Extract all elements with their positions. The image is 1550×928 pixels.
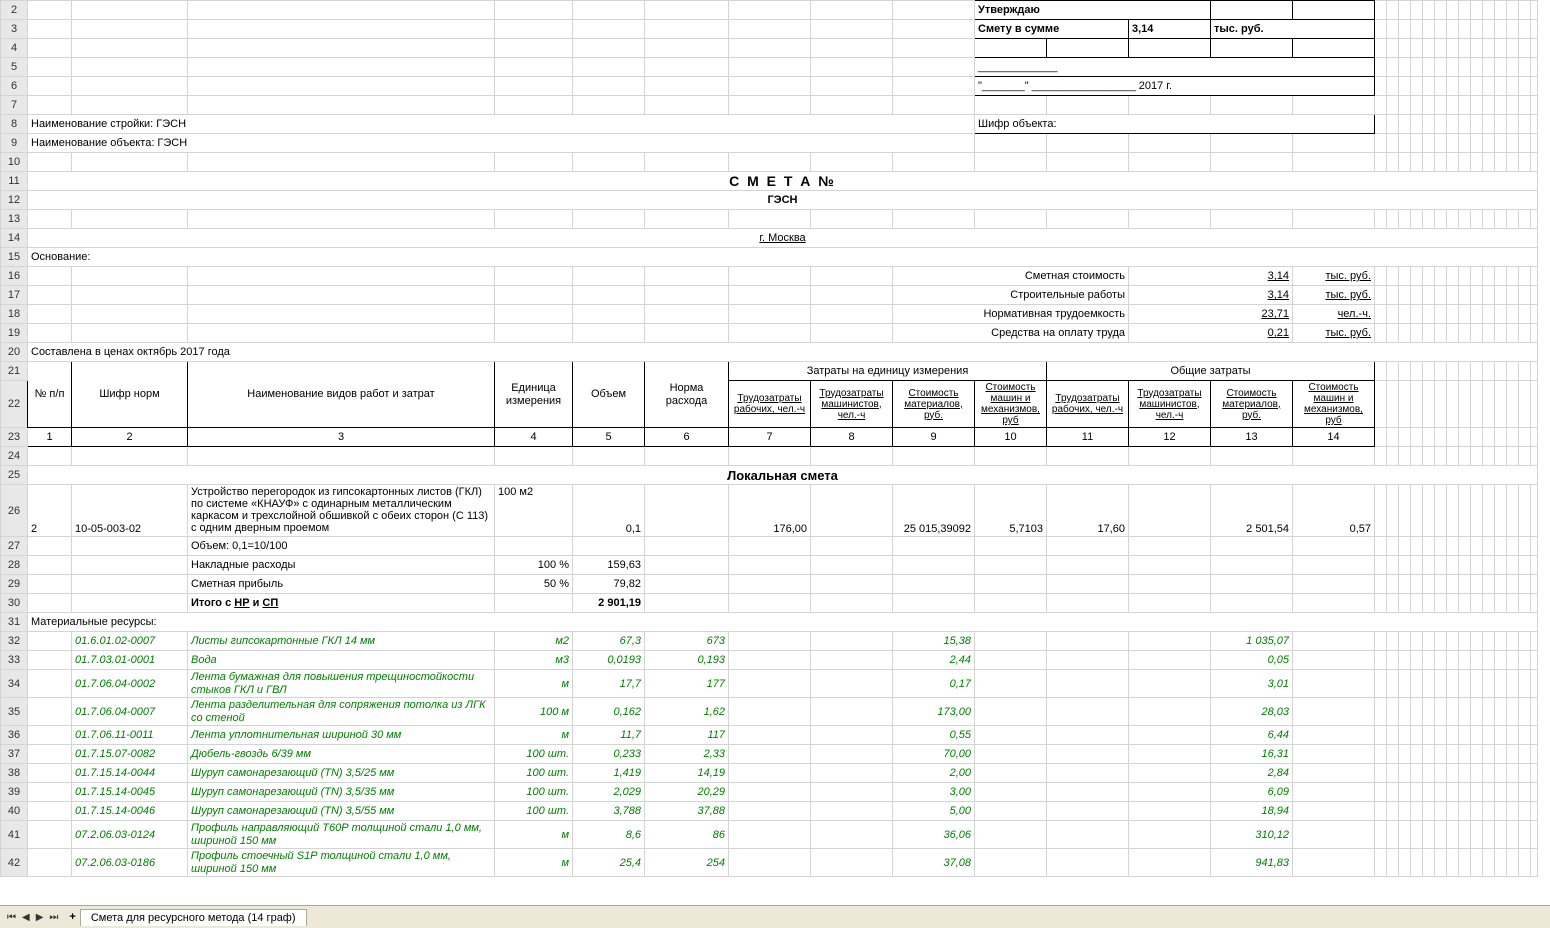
row-header[interactable]: 22 [1, 381, 28, 428]
row-header[interactable]: 2 [1, 1, 28, 20]
tab-first-icon[interactable]: ⏮ [4, 912, 19, 923]
row-header[interactable]: 23 [1, 428, 28, 447]
row-header[interactable]: 17 [1, 286, 28, 305]
row-header[interactable]: 26 [1, 485, 28, 537]
row-header[interactable]: 31 [1, 613, 28, 632]
tab-prev-icon[interactable]: ◀ [19, 912, 33, 923]
row-header[interactable]: 40 [1, 802, 28, 821]
row-header[interactable]: 3 [1, 20, 28, 39]
row-header[interactable]: 18 [1, 305, 28, 324]
row-header[interactable]: 6 [1, 77, 28, 96]
row-header[interactable]: 15 [1, 248, 28, 267]
row-header[interactable]: 4 [1, 39, 28, 58]
row-header[interactable]: 12 [1, 191, 28, 210]
tab-nav-buttons: ⏮ ◀ ▶ ⏭ [0, 912, 65, 923]
row-header[interactable]: 39 [1, 783, 28, 802]
row-header[interactable]: 35 [1, 698, 28, 726]
row-header[interactable]: 5 [1, 58, 28, 77]
sheet-tab-bar: ⏮ ◀ ▶ ⏭ + Смета для ресурсного метода (1… [0, 905, 1550, 928]
row-header[interactable]: 36 [1, 726, 28, 745]
spreadsheet-grid: 2Утверждаю3Смету в сумме3,14тыс. руб.45_… [0, 0, 1538, 877]
row-header[interactable]: 19 [1, 324, 28, 343]
row-header[interactable]: 29 [1, 575, 28, 594]
tab-last-icon[interactable]: ⏭ [46, 912, 61, 923]
row-header[interactable]: 13 [1, 210, 28, 229]
row-header[interactable]: 24 [1, 447, 28, 466]
row-header[interactable]: 38 [1, 764, 28, 783]
tab-next-icon[interactable]: ▶ [33, 912, 47, 923]
row-header[interactable]: 33 [1, 651, 28, 670]
row-header[interactable]: 14 [1, 229, 28, 248]
row-header[interactable]: 21 [1, 362, 28, 381]
row-header[interactable]: 37 [1, 745, 28, 764]
row-header[interactable]: 9 [1, 134, 28, 153]
row-header[interactable]: 34 [1, 670, 28, 698]
row-header[interactable]: 10 [1, 153, 28, 172]
row-header[interactable]: 11 [1, 172, 28, 191]
sheet-tab[interactable]: Смета для ресурсного метода (14 граф) [80, 909, 307, 926]
row-header[interactable]: 32 [1, 632, 28, 651]
add-sheet-button[interactable]: + [65, 911, 79, 923]
row-header[interactable]: 28 [1, 556, 28, 575]
row-header[interactable]: 27 [1, 537, 28, 556]
row-header[interactable]: 8 [1, 115, 28, 134]
row-header[interactable]: 16 [1, 267, 28, 286]
row-header[interactable]: 7 [1, 96, 28, 115]
spreadsheet-area[interactable]: 2Утверждаю3Смету в сумме3,14тыс. руб.45_… [0, 0, 1550, 906]
row-header[interactable]: 42 [1, 849, 28, 877]
row-header[interactable]: 41 [1, 821, 28, 849]
row-header[interactable]: 30 [1, 594, 28, 613]
row-header[interactable]: 25 [1, 466, 28, 485]
row-header[interactable]: 20 [1, 343, 28, 362]
